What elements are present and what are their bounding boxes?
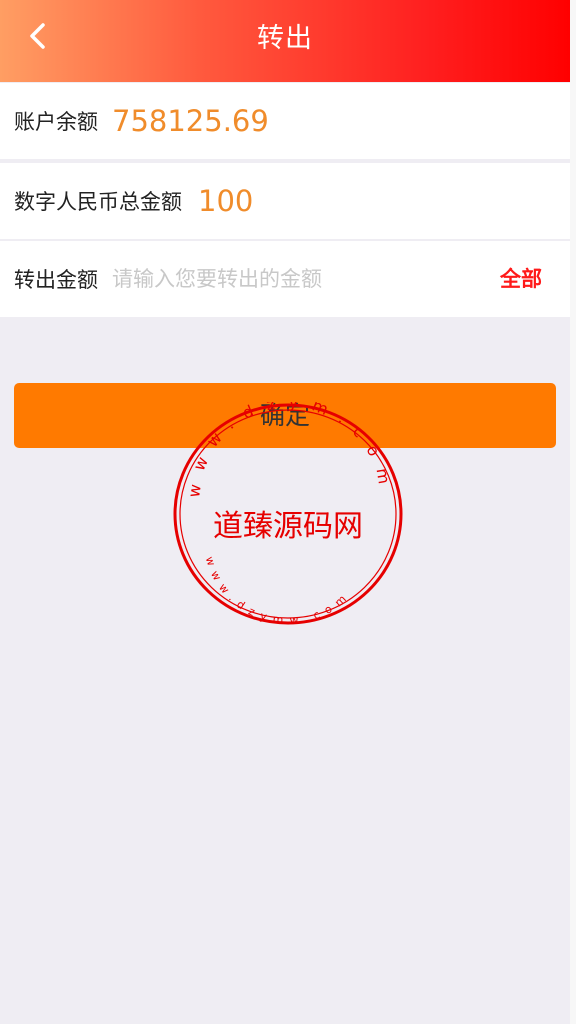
transfer-amount-label: 转出金额 — [14, 268, 98, 292]
transfer-out-page: 转出 账户余额 758125.69 数字人民币总金额 100 转出金额 全部 确… — [0, 0, 576, 1024]
right-edge-border — [570, 0, 576, 1024]
all-amount-button[interactable]: 全部 — [500, 241, 542, 317]
account-balance-value: 758125.69 — [112, 104, 269, 138]
digital-rmb-total-value: 100 — [198, 184, 254, 218]
seal-ring-text-bottom: www.dzymw.com — [203, 555, 354, 627]
account-balance-label: 账户余额 — [14, 110, 98, 134]
digital-rmb-total-row: 数字人民币总金额 100 — [0, 163, 570, 239]
digital-rmb-total-label: 数字人民币总金额 — [14, 190, 182, 214]
top-nav-bar: 转出 — [0, 0, 576, 82]
transfer-amount-input[interactable] — [112, 259, 472, 299]
transfer-amount-row: 转出金额 全部 — [0, 241, 570, 317]
account-balance-row: 账户余额 758125.69 — [0, 83, 570, 159]
confirm-button[interactable]: 确定 — [14, 383, 556, 448]
page-title: 转出 — [257, 23, 313, 54]
seal-center-text: 道臻源码网 — [213, 509, 363, 544]
